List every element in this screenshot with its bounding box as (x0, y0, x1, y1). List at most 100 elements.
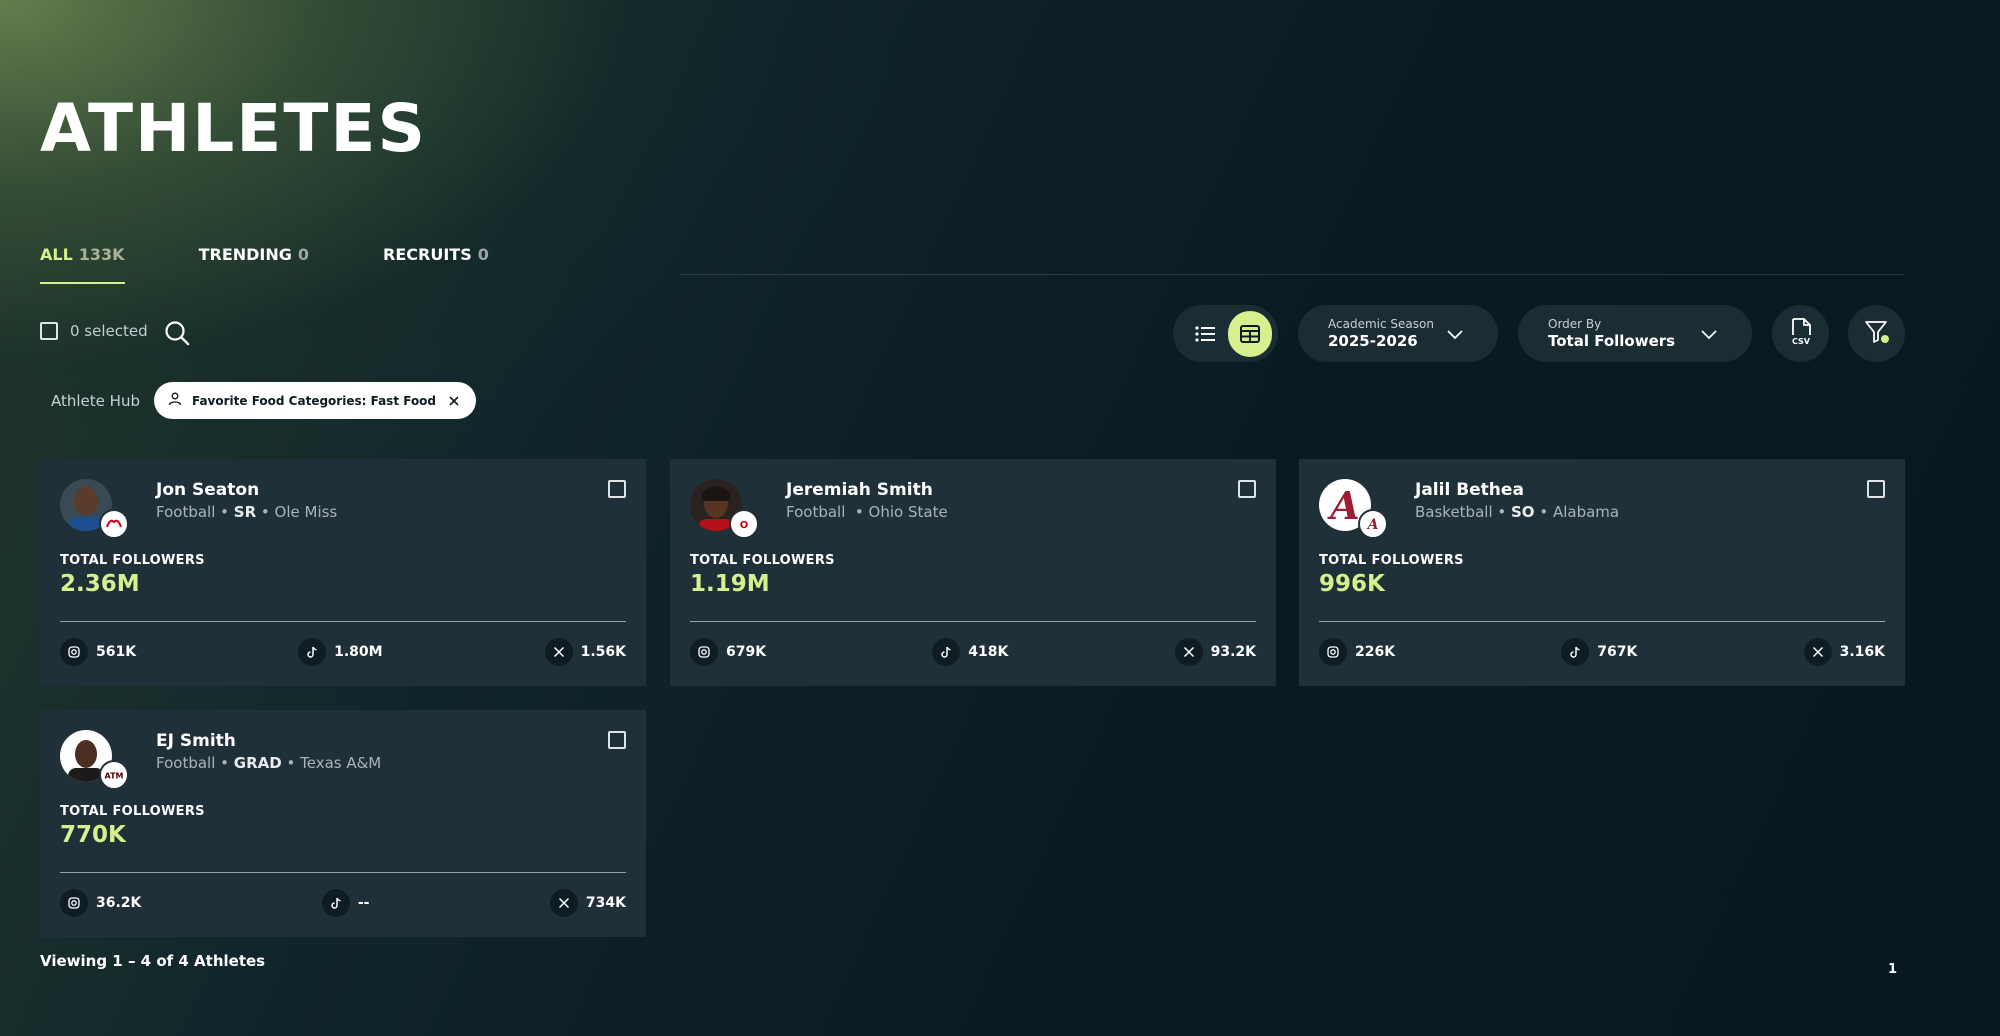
svg-text:O: O (740, 520, 749, 531)
select-all-control: 0 selected (40, 322, 148, 340)
tiktok-count: -- (357, 895, 370, 911)
tiktok-count: 418K (968, 644, 1009, 660)
chevron-down-icon (1700, 325, 1718, 347)
tiktok-icon (932, 638, 961, 666)
x-count: 1.56K (580, 644, 626, 660)
grid-view-icon[interactable] (1227, 310, 1272, 357)
athlete-card[interactable]: A A Jalil Bethea Basketball • SO • Alaba… (1299, 459, 1905, 686)
athlete-card[interactable]: ATM EJ Smith Football • GRAD • Texas A&M… (40, 710, 646, 937)
csv-export-button[interactable]: CSV (1772, 305, 1829, 362)
athlete-card[interactable]: Jon Seaton Football • SR • Ole Miss TOTA… (40, 459, 646, 686)
page-title: ATHLETES (40, 90, 427, 167)
total-followers-value: 2.36M (60, 571, 140, 597)
user-icon (168, 391, 182, 410)
athlete-select-checkbox[interactable] (608, 480, 626, 498)
total-followers-value: 1.19M (690, 571, 770, 597)
athlete-meta: Football • GRAD • Texas A&M (156, 754, 382, 772)
athletes-page: ATHLETES ALL 133K TRENDING 0 RECRUITS 0 … (0, 0, 2000, 1036)
checkbox-box[interactable] (1238, 480, 1256, 498)
filter-chip: Favorite Food Categories: Fast Food (153, 382, 477, 419)
active-filters: Athlete Hub Favorite Food Categories: Fa… (40, 382, 477, 419)
instagram-icon (60, 638, 88, 666)
athlete-meta: Basketball • SO • Alabama (1415, 503, 1620, 521)
chevron-down-icon (1446, 325, 1464, 347)
tiktok-icon (321, 889, 350, 917)
instagram-stat: 226K (1319, 638, 1395, 666)
dropdown-value: 2025-2026 (1328, 332, 1418, 350)
total-followers-value: 996K (1319, 571, 1385, 597)
social-stats: 36.2K -- 734K (60, 889, 626, 917)
view-toggle (1173, 305, 1278, 362)
tiktok-icon (1561, 638, 1590, 666)
social-stats: 226K 767K 3.16K (1319, 638, 1885, 666)
instagram-count: 679K (726, 644, 767, 660)
total-followers-label: TOTAL FOLLOWERS (60, 804, 205, 819)
search-icon[interactable] (162, 318, 192, 348)
x-count: 734K (585, 895, 626, 911)
athlete-card[interactable]: O Jeremiah Smith Football • Ohio State T… (670, 459, 1276, 686)
team-logo-ohio-state: O (729, 509, 759, 539)
tiktok-count: 1.80M (334, 644, 383, 660)
x-stat: 93.2K (1174, 638, 1256, 666)
social-stats: 561K 1.80M 1.56K (60, 638, 626, 666)
card-divider (1319, 621, 1885, 622)
tiktok-icon (298, 638, 327, 666)
results-count: Viewing 1 – 4 of 4 Athletes (40, 952, 266, 970)
tabs-divider (680, 274, 1904, 275)
tab-label: TRENDING (198, 244, 292, 264)
instagram-stat: 679K (690, 638, 766, 666)
athlete-name: EJ Smith (156, 731, 236, 751)
close-icon[interactable] (448, 395, 460, 407)
checkbox-box[interactable] (1867, 480, 1885, 498)
tiktok-stat: 767K (1561, 638, 1637, 666)
svg-text:ATM: ATM (105, 772, 124, 781)
team-logo-texas-am: ATM (99, 760, 129, 790)
tab-recruits[interactable]: RECRUITS 0 (383, 232, 489, 276)
athlete-select-checkbox[interactable] (1238, 480, 1256, 498)
list-view-icon[interactable] (1187, 315, 1224, 353)
dropdown-label: Academic Season (1328, 317, 1434, 331)
tab-all[interactable]: ALL 133K (40, 232, 125, 284)
x-logo-icon (549, 889, 578, 917)
tab-label: ALL (40, 244, 73, 264)
tab-bar: ALL 133K TRENDING 0 RECRUITS 0 (40, 232, 563, 284)
total-followers-label: TOTAL FOLLOWERS (1319, 553, 1464, 568)
athlete-select-checkbox[interactable] (608, 731, 626, 749)
checkbox-box[interactable] (608, 731, 626, 749)
instagram-stat: 36.2K (60, 889, 141, 917)
select-all-checkbox[interactable] (40, 322, 58, 340)
athlete-meta: Football • Ohio State (786, 503, 948, 521)
instagram-icon (60, 889, 88, 917)
x-stat: 734K (549, 889, 626, 917)
card-divider (60, 621, 626, 622)
team-logo-alabama: A (1358, 509, 1388, 539)
svg-text:A: A (1327, 483, 1359, 528)
total-followers-label: TOTAL FOLLOWERS (690, 553, 835, 568)
tab-trending[interactable]: TRENDING 0 (199, 232, 309, 276)
x-logo-icon (544, 638, 573, 666)
x-count: 3.16K (1839, 644, 1885, 660)
athlete-name: Jeremiah Smith (786, 480, 933, 500)
tab-label: RECRUITS (383, 244, 472, 264)
x-stat: 1.56K (544, 638, 626, 666)
instagram-stat: 561K (60, 638, 136, 666)
athlete-meta: Football • SR • Ole Miss (156, 503, 338, 521)
pagination-page[interactable]: 1 (1888, 962, 1897, 977)
tab-count: 0 (477, 244, 489, 264)
instagram-icon (1319, 638, 1347, 666)
social-stats: 679K 418K 93.2K (690, 638, 1256, 666)
checkbox-box[interactable] (608, 480, 626, 498)
csv-file-icon: CSV (1789, 317, 1813, 350)
athlete-select-checkbox[interactable] (1867, 480, 1885, 498)
academic-season-dropdown[interactable]: Academic Season 2025-2026 (1298, 305, 1498, 362)
card-divider (690, 621, 1256, 622)
x-logo-icon (1803, 638, 1832, 666)
x-count: 93.2K (1210, 644, 1256, 660)
total-followers-value: 770K (60, 822, 126, 848)
tab-count: 133K (78, 244, 125, 264)
order-by-dropdown[interactable]: Order By Total Followers (1518, 305, 1752, 362)
svg-text:CSV: CSV (1792, 337, 1811, 346)
filter-chip-label: Favorite Food Categories: Fast Food (191, 393, 437, 408)
instagram-count: 561K (96, 644, 137, 660)
filter-button[interactable] (1848, 305, 1905, 362)
